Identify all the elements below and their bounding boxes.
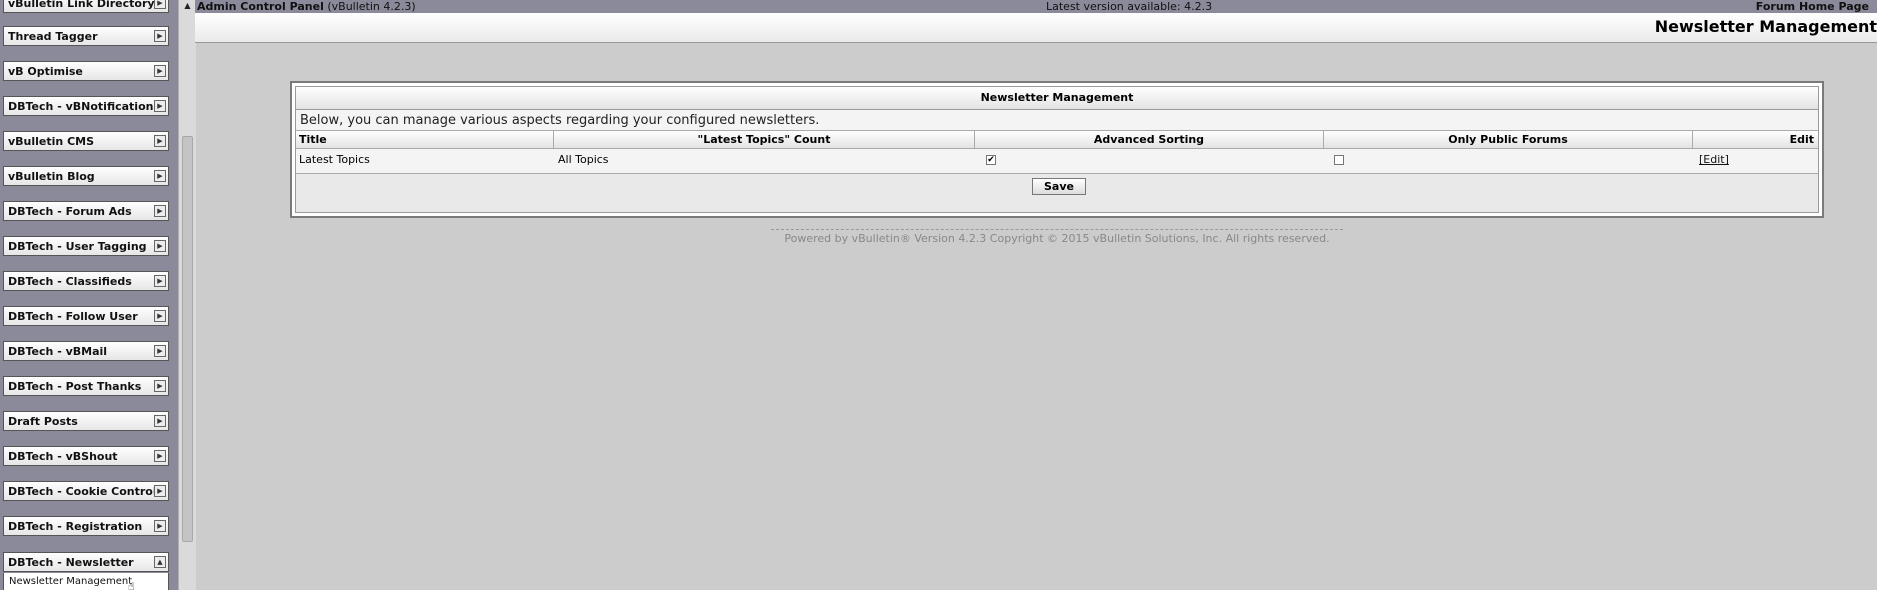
table-header-row: Title "Latest Topics" Count Advanced Sor… [296,130,1818,149]
nav-group-vbmail[interactable]: DBTech - vBMail ▶ [3,341,169,361]
panel-footer: Save [296,173,1818,212]
collapse-icon[interactable]: ▲ [154,556,166,568]
nav-group-registration[interactable]: DBTech - Registration ▶ [3,516,169,536]
nav-link-newsletter-management[interactable]: Newsletter Management [9,576,132,587]
expand-icon[interactable]: ▶ [154,310,166,322]
forum-home-link[interactable]: Forum Home Page [1756,0,1869,13]
column-header-advanced-sorting: Advanced Sorting [975,131,1324,148]
top-bar: Admin Control Panel (vBulletin 4.2.3) La… [195,0,1877,13]
nav-group-cookie-control[interactable]: DBTech - Cookie Control ▶ [3,481,169,501]
nav-group-label: DBTech - Forum Ads [8,205,132,218]
nav-scrollbar[interactable]: ▲ [178,0,196,590]
nav-group-label: DBTech - vBMail [8,345,108,358]
scroll-up-arrow-icon[interactable]: ▲ [179,0,196,12]
nav-group-label: DBTech - vBShout [8,450,118,463]
expand-icon[interactable]: ▶ [154,275,166,287]
panel-header: Newsletter Management [296,87,1818,110]
latest-version-note: Latest version available: 4.2.3 [1046,0,1213,13]
nav-group-newsletter[interactable]: DBTech - Newsletter ▲ [3,552,169,572]
nav-group-label: vBulletin Link Directory [8,0,155,10]
nav-group-vb-optimise[interactable]: vB Optimise ▶ [3,61,169,81]
nav-group-label: DBTech - Newsletter [8,556,134,569]
nav-group-label: DBTech - Follow User [8,310,138,323]
nav-group-follow-user[interactable]: DBTech - Follow User ▶ [3,306,169,326]
nav-group-label: DBTech - Classifieds [8,275,132,288]
nav-group-label: DBTech - Post Thanks [8,380,142,393]
page-header: Newsletter Management [195,13,1877,43]
panel-body: Newsletter Management Below, you can man… [295,86,1819,213]
expand-icon[interactable]: ▶ [154,135,166,147]
column-header-edit: Edit [1789,133,1814,146]
hand-cursor-icon: ☝ [128,580,135,590]
nav-group-draft-posts[interactable]: Draft Posts ▶ [3,411,169,431]
table-row: Latest Topics All Topics ✔ [Edit] [296,149,1818,171]
expand-icon[interactable]: ▶ [154,170,166,182]
save-button[interactable]: Save [1032,178,1086,195]
nav-group-vbnotifications[interactable]: DBTech - vBNotifications ▶ [3,96,169,116]
column-header-only-public-forums: Only Public Forums [1324,131,1693,148]
panel-description: Below, you can manage various aspects re… [300,113,820,128]
nav-group-label: vBulletin CMS [8,135,95,148]
nav-group-user-tagging[interactable]: DBTech - User Tagging ▶ [3,236,169,256]
acp-title: Admin Control Panel (vBulletin 4.2.3) [197,0,416,13]
edit-link[interactable]: [Edit] [1699,153,1729,166]
nav-group-vbulletin-blog[interactable]: vBulletin Blog ▶ [3,166,169,186]
newsletter-title: Latest Topics [299,153,370,166]
scroll-thumb[interactable] [182,136,193,542]
copyright-notice: Powered by vBulletin® Version 4.2.3 Copy… [771,229,1343,245]
expand-icon[interactable]: ▶ [154,30,166,42]
nav-group-forum-ads[interactable]: DBTech - Forum Ads ▶ [3,201,169,221]
expand-icon[interactable]: ▶ [154,0,166,9]
nav-group-label: vBulletin Blog [8,170,95,183]
expand-icon[interactable]: ▶ [154,240,166,252]
nav-group-vbshout[interactable]: DBTech - vBShout ▶ [3,446,169,466]
nav-frame: vBulletin Link Directory ▶ Thread Tagger… [0,0,178,590]
nav-group-label: Draft Posts [8,415,78,428]
column-header-title: Title [296,131,554,148]
nav-submenu-newsletter: Newsletter Management [3,573,169,590]
nav-group-label: DBTech - vBNotifications [8,100,161,113]
nav-group-link-directory[interactable]: vBulletin Link Directory ▶ [3,0,169,13]
page-title: Newsletter Management [1654,17,1877,36]
expand-icon[interactable]: ▶ [154,65,166,77]
advanced-sorting-checkbox[interactable]: ✔ [986,155,996,165]
nav-group-label: Thread Tagger [8,30,98,43]
nav-group-post-thanks[interactable]: DBTech - Post Thanks ▶ [3,376,169,396]
nav-group-thread-tagger[interactable]: Thread Tagger ▶ [3,26,169,46]
expand-icon[interactable]: ▶ [154,205,166,217]
expand-icon[interactable]: ▶ [154,380,166,392]
newsletter-panel: Newsletter Management Below, you can man… [290,81,1824,218]
expand-icon[interactable]: ▶ [154,100,166,112]
nav-group-vbulletin-cms[interactable]: vBulletin CMS ▶ [3,131,169,151]
acp-title-text: Admin Control Panel [197,0,324,13]
acp-version: (vBulletin 4.2.3) [327,0,416,13]
expand-icon[interactable]: ▶ [154,450,166,462]
nav-group-label: vB Optimise [8,65,83,78]
expand-icon[interactable]: ▶ [154,345,166,357]
expand-icon[interactable]: ▶ [154,485,166,497]
nav-group-label: DBTech - User Tagging [8,240,147,253]
column-header-count: "Latest Topics" Count [554,131,975,148]
latest-topics-count: All Topics [558,153,609,166]
nav-group-label: DBTech - Registration [8,520,143,533]
expand-icon[interactable]: ▶ [154,415,166,427]
nav-group-classifieds[interactable]: DBTech - Classifieds ▶ [3,271,169,291]
only-public-forums-checkbox[interactable] [1334,155,1344,165]
expand-icon[interactable]: ▶ [154,520,166,532]
nav-group-label: DBTech - Cookie Control [8,485,157,498]
